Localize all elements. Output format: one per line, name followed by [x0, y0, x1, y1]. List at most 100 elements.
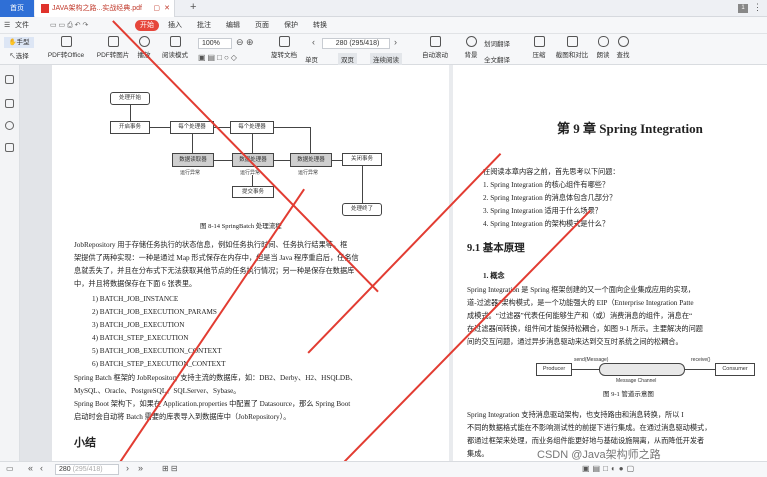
read-aloud-button[interactable]: 朗读: [594, 36, 612, 59]
paragraph-line: 中，并且将数据保存在下面 6 张表里。: [74, 280, 197, 288]
table-name-item: 2) BATCH_JOB_EXECUTION_PARAMS: [92, 308, 217, 316]
flow-processor-1: 每个处理器: [170, 121, 214, 134]
section-heading-summary: 小结: [74, 437, 96, 449]
new-tab-icon[interactable]: +: [190, 1, 196, 13]
intro-text: 在阅读本章内容之前，首先思考以下问题：: [483, 168, 620, 176]
paragraph-line: Spring Integration 是 Spring 框架创建的又一个面向企业…: [467, 286, 695, 294]
comment-icon[interactable]: [5, 143, 14, 152]
zoom-buttons[interactable]: ⊖ ⊕: [236, 37, 254, 48]
fit-page-icons[interactable]: ⊞ ⊟: [162, 464, 178, 473]
flow-processor-2: 每个处理器: [230, 121, 274, 134]
prev-page-icon[interactable]: ‹: [312, 37, 315, 47]
continuous-read-button[interactable]: 连续阅读: [370, 53, 402, 65]
diagram-arrow: [572, 369, 599, 370]
menu-edit[interactable]: 编辑: [226, 17, 240, 34]
attachment-icon[interactable]: [5, 121, 14, 130]
watermark: CSDN @Java架构师之路: [537, 449, 661, 461]
status-page-total: (295/418): [72, 466, 103, 473]
select-tool-label: 选择: [15, 53, 29, 60]
double-page-button[interactable]: 双页: [338, 53, 357, 65]
first-page-icon[interactable]: «: [28, 463, 33, 473]
hand-tool-label: 手型: [16, 39, 30, 46]
menu-insert[interactable]: 插入: [168, 17, 182, 34]
zoom-input[interactable]: 100%: [198, 38, 232, 49]
last-page-icon[interactable]: »: [138, 463, 143, 473]
background-button[interactable]: 背景: [462, 36, 480, 59]
rotate-label: 旋转文档: [271, 52, 297, 59]
tab-document[interactable]: JAVA架构之路...实战经典.pdf ▢ ✕: [35, 0, 175, 17]
status-page-input[interactable]: 280 (295/418): [55, 464, 119, 475]
status-page-number: 280: [59, 466, 71, 473]
screenshot-compare-button[interactable]: 截图和对比: [552, 36, 592, 59]
flow-connector: [274, 127, 310, 128]
hamburger-icon[interactable]: ☰: [4, 17, 10, 34]
single-page-button[interactable]: 单页: [305, 54, 318, 64]
tab-home[interactable]: 首页: [0, 0, 34, 17]
question-item: 1. Spring Integration 的核心组件有哪些？: [483, 181, 610, 189]
prev-page-button[interactable]: ‹: [40, 463, 43, 473]
flow-connector: [274, 160, 290, 161]
menu-start[interactable]: 开始: [135, 20, 159, 31]
paragraph-line: 启动时会自动将 Batch 需要的库表导入到数据库中（JobRepository…: [74, 413, 291, 421]
flow-start: 处理开始: [110, 92, 150, 105]
view-shape-icons[interactable]: ▣▤□○◇: [198, 53, 239, 62]
menu-file[interactable]: 文件: [15, 17, 29, 34]
close-tab-icon[interactable]: ✕: [164, 0, 170, 17]
paragraph-line: 成模式。“过滤器”代表任何能够生产和（或）消费消息的组件，消息在“: [467, 312, 693, 320]
pdf-to-office-button[interactable]: PDF转Office: [44, 36, 88, 59]
paragraph-line: 间的交互问题，通过异步消息驱动来达到交互时系统之间的松耦合。: [467, 338, 683, 346]
rotate-document-button[interactable]: 旋转文档: [266, 36, 302, 59]
flow-run-exception-3: 运行异常: [298, 170, 319, 176]
read-aloud-label: 朗读: [596, 52, 610, 59]
pdf-icon: [41, 3, 49, 13]
hand-tool-button[interactable]: ✋手型: [4, 37, 34, 48]
table-name-item: 5) BATCH_JOB_EXECUTION_CONTEXT: [92, 347, 222, 355]
menu-convert[interactable]: 转换: [313, 17, 327, 34]
flow-connector: [252, 175, 253, 186]
thumbnail-icon[interactable]: [5, 75, 14, 84]
diagram-arrow: [685, 369, 715, 370]
paragraph-line: 不同的数据格式能在不影响测试性的前提下进行集成。在通过消息驱动模式，: [467, 424, 712, 432]
menu-bar: ☰ 文件 ▭ ▭ ⎙ ↶ ↷ 开始 插入 批注 编辑 页面 保护 转换: [0, 17, 767, 34]
full-translate-button[interactable]: 全文翻译: [484, 54, 510, 64]
paragraph-line: JobRepository 用于存储任务执行的状态信息，例如任务执行时间、任务执…: [74, 241, 348, 249]
paragraph-line: Spring Batch 框架的 JobRepository 支持主流的数据库，…: [74, 374, 358, 382]
menu-protect[interactable]: 保护: [284, 17, 298, 34]
word-translate-button[interactable]: 划词翻译: [484, 38, 510, 48]
question-item: 4. Spring Integration 的架构模式是什么？: [483, 220, 610, 228]
auto-scroll-label: 自动滚动: [422, 52, 448, 59]
tab-bar: 首页 JAVA架构之路...实战经典.pdf ▢ ✕ + 1 ⋮: [0, 0, 767, 17]
pdf-to-image-button[interactable]: PDF转图片: [93, 36, 133, 59]
next-page-button[interactable]: ›: [126, 463, 129, 473]
background-label: 背景: [464, 52, 478, 59]
more-icon[interactable]: ⋮: [753, 2, 762, 13]
select-tool-button[interactable]: ↖选择: [4, 51, 34, 62]
find-button[interactable]: 查找: [614, 36, 632, 59]
compress-icon: [533, 36, 545, 47]
auto-scroll-icon: [429, 36, 441, 47]
paragraph-line: 架提供了两种实现：一种是通过 Map 形式保存在内存中，但是当 Java 程序重…: [74, 254, 359, 262]
flow-begin-task: 开启事务: [110, 121, 150, 134]
table-name-item: 6) BATCH_STEP_EXECUTION_CONTEXT: [92, 360, 226, 368]
flow-connector: [362, 166, 363, 203]
view-mode-icons[interactable]: ▣▤□◐●▢: [582, 464, 637, 473]
auto-scroll-button[interactable]: 自动滚动: [417, 36, 453, 59]
table-name-item: 4) BATCH_STEP_EXECUTION: [92, 334, 189, 342]
page-number-input[interactable]: 280 (295/418): [322, 38, 390, 49]
flow-end: 处理终了: [342, 203, 382, 216]
next-page-icon[interactable]: ›: [394, 37, 397, 47]
microphone-icon: [597, 36, 609, 47]
compress-button[interactable]: 压缩: [530, 36, 548, 59]
menu-annotate[interactable]: 批注: [197, 17, 211, 34]
bookmark-icon[interactable]: [5, 99, 14, 108]
menu-page[interactable]: 页面: [255, 17, 269, 34]
pdf-to-image-icon: [107, 36, 119, 47]
quick-access-icons[interactable]: ▭ ▭ ⎙ ↶ ↷: [50, 17, 88, 34]
window-counter-badge: 1: [738, 4, 748, 13]
flow-connector: [214, 160, 232, 161]
chapter-title: 第 9 章 Spring Integration: [557, 121, 703, 136]
sidebar-toggle-icon[interactable]: ▭: [6, 464, 14, 473]
reading-mode-button[interactable]: 阅读模式: [158, 36, 192, 59]
pin-icon[interactable]: ▢: [153, 0, 160, 17]
diagram-producer: Producer: [536, 363, 572, 376]
